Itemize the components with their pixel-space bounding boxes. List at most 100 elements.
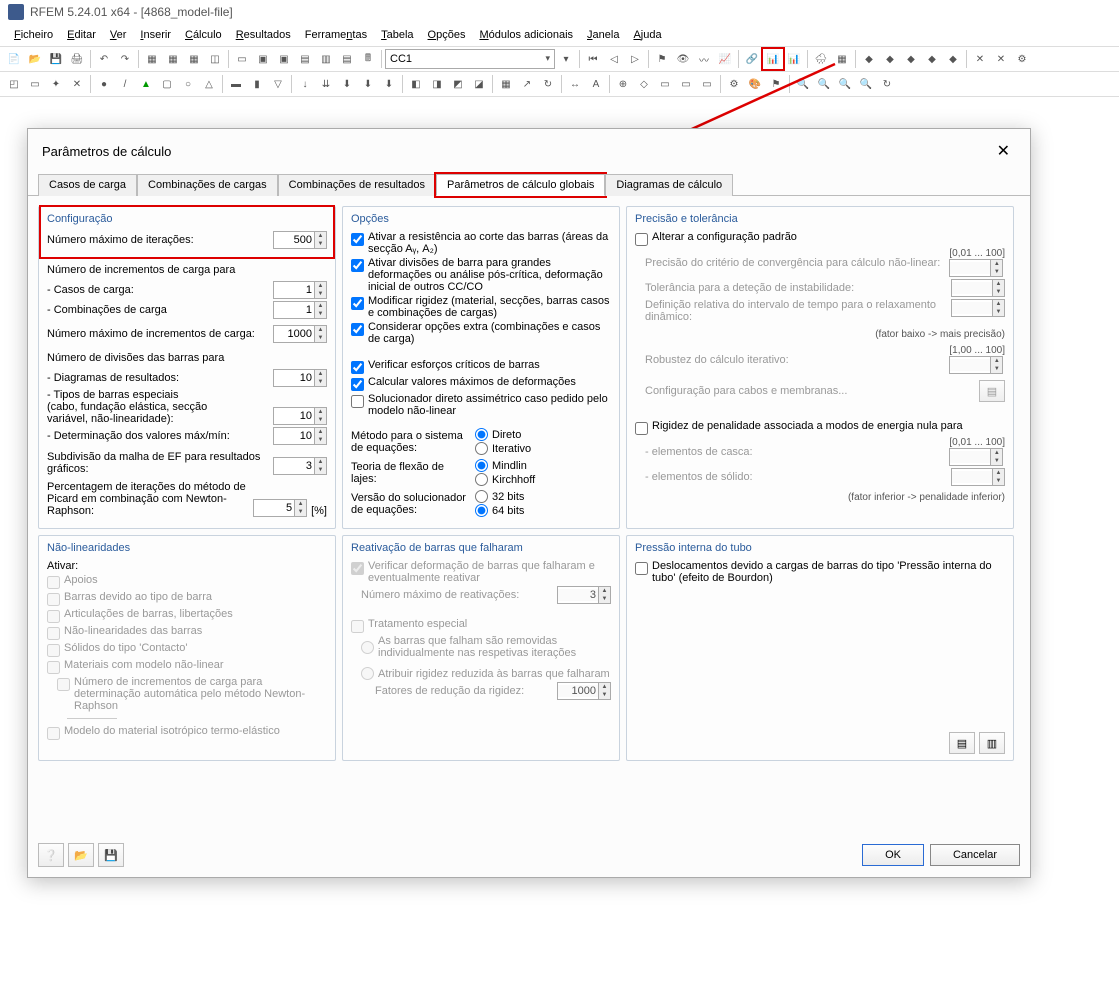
iter-spin[interactable]: ▲▼ <box>273 231 327 249</box>
tube-btn2[interactable]: ▥ <box>979 732 1005 754</box>
tool-x1-icon[interactable]: ✕ <box>970 49 990 69</box>
nl-barnon[interactable]: Não-linearidades das barras <box>47 625 327 640</box>
tab-result-combinations[interactable]: Combinações de resultados <box>278 174 436 196</box>
tab-load-combinations[interactable]: Combinações de cargas <box>137 174 278 196</box>
menu-ver[interactable]: Ver <box>104 26 133 44</box>
menu-ficheiro[interactable]: Ficheiro <box>8 26 59 44</box>
casos-spin[interactable]: ▲▼ <box>273 281 327 299</box>
menu-modulos[interactable]: Módulos adicionais <box>473 26 579 44</box>
tool2-dim-icon[interactable]: ↔ <box>565 74 585 94</box>
method-direct[interactable] <box>475 428 488 441</box>
tool-win-icon[interactable]: ▣ <box>274 49 294 69</box>
tool2-solid4-icon[interactable]: ◪ <box>469 74 489 94</box>
nl-mat[interactable]: Materiais com modelo não-linear <box>47 659 327 674</box>
tool-first-icon[interactable]: ⏮ <box>583 49 603 69</box>
menu-ferramentas[interactable]: Ferramentas <box>299 26 373 44</box>
tipos-spin[interactable]: ▲▼ <box>273 407 327 425</box>
tool2-xz-icon[interactable]: ▭ <box>676 74 696 94</box>
close-icon[interactable]: ✕ <box>991 139 1016 163</box>
tool-x2-icon[interactable]: ✕ <box>991 49 1011 69</box>
tab-calc-diagrams[interactable]: Diagramas de cálculo <box>605 174 733 196</box>
tool-rain-icon[interactable]: 🌧 <box>811 49 831 69</box>
solid-spin[interactable]: ▲▼ <box>951 468 1005 486</box>
tool-mod5-icon[interactable]: ◆ <box>943 49 963 69</box>
tool-print-icon[interactable]: 🖨 <box>67 49 87 69</box>
nl-incr[interactable]: Número de incrementos de carga para dete… <box>57 676 327 712</box>
tool2-text-icon[interactable]: A <box>586 74 606 94</box>
tool-eye-icon[interactable]: 👁 <box>673 49 693 69</box>
opt-asym[interactable]: Solucionador direto assimétrico caso ped… <box>351 393 611 417</box>
pic-spin[interactable]: ▲▼ <box>253 499 307 517</box>
tool2-set-icon[interactable]: ⚙ <box>724 74 744 94</box>
tool-grid4-icon[interactable]: ▦ <box>832 49 852 69</box>
tool-table-icon[interactable]: ▤ <box>295 49 315 69</box>
tool-graph-icon[interactable]: 📈 <box>715 49 735 69</box>
prec-conv-spin[interactable]: ▲▼ <box>949 259 1003 277</box>
tool2-load2-icon[interactable]: ⇊ <box>316 74 336 94</box>
iter-input[interactable] <box>274 234 314 246</box>
menu-ajuda[interactable]: Ajuda <box>627 26 667 44</box>
opt-stiffness[interactable]: Modificar rigidez (material, secções, ba… <box>351 295 611 319</box>
menu-calculo[interactable]: Cálculo <box>179 26 228 44</box>
tool2-paint-icon[interactable]: 🎨 <box>745 74 765 94</box>
tool2-crop-icon[interactable]: ◰ <box>4 74 24 94</box>
opt-divisions[interactable]: Ativar divisões de barra para grandes de… <box>351 257 611 293</box>
tool2-load1-icon[interactable]: ↓ <box>295 74 315 94</box>
tool-calc-icon[interactable]: 🖩 <box>358 49 378 69</box>
help-button[interactable]: ❔ <box>38 843 64 867</box>
prec-relax-spin[interactable]: ▲▼ <box>951 299 1005 317</box>
tool-next-icon[interactable]: ▷ <box>625 49 645 69</box>
tool2-line-icon[interactable]: / <box>115 74 135 94</box>
tool2-yz-icon[interactable]: ▭ <box>697 74 717 94</box>
open-button[interactable]: 📂 <box>68 843 94 867</box>
menu-opcoes[interactable]: Opções <box>422 26 472 44</box>
tool-cube-icon[interactable]: ▣ <box>253 49 273 69</box>
ok-button[interactable]: OK <box>862 844 924 866</box>
tool2-solid2-icon[interactable]: ◨ <box>427 74 447 94</box>
det-spin[interactable]: ▲▼ <box>273 427 327 445</box>
tool2-sel-icon[interactable]: ▭ <box>25 74 45 94</box>
tool-save-icon[interactable]: 💾 <box>46 49 66 69</box>
tool2-zoomout-icon[interactable]: 🔍 <box>835 74 855 94</box>
rig-penalty[interactable]: Rigidez de penalidade associada a modos … <box>635 420 1005 435</box>
tool2-mesh-icon[interactable]: ▦ <box>496 74 516 94</box>
tool-table2-icon[interactable]: ▥ <box>316 49 336 69</box>
malha-spin[interactable]: ▲▼ <box>273 457 327 475</box>
tool2-green-icon[interactable]: ▲ <box>136 74 156 94</box>
opt-maxdef[interactable]: Calcular valores máximos de deformações <box>351 376 611 391</box>
tool2-refresh-icon[interactable]: ↻ <box>877 74 897 94</box>
tool2-cone-icon[interactable]: △ <box>199 74 219 94</box>
tool2-flag-icon[interactable]: ⚑ <box>766 74 786 94</box>
tool2-solid1-icon[interactable]: ◧ <box>406 74 426 94</box>
maxincr-spin[interactable]: ▲▼ <box>273 325 327 343</box>
tab-global-params[interactable]: Parâmetros de cálculo globais <box>436 174 605 196</box>
react-remove[interactable] <box>361 641 374 654</box>
react-factor-spin[interactable]: ▲▼ <box>557 682 611 700</box>
tool2-load3-icon[interactable]: ⬇ <box>337 74 357 94</box>
react-special[interactable]: Tratamento especial <box>351 618 611 633</box>
tool2-zoomin-icon[interactable]: 🔍 <box>814 74 834 94</box>
tool-open-icon[interactable]: 📂 <box>25 49 45 69</box>
tool2-xy-icon[interactable]: ▭ <box>655 74 675 94</box>
tool-gear-icon[interactable]: ⚙ <box>1012 49 1032 69</box>
tool-mod4-icon[interactable]: ◆ <box>922 49 942 69</box>
tool2-beam-icon[interactable]: ▬ <box>226 74 246 94</box>
tool-bars-icon[interactable]: 📊 <box>784 49 804 69</box>
diag-spin[interactable]: ▲▼ <box>273 369 327 387</box>
react-reduced[interactable] <box>361 667 374 680</box>
comb-spin[interactable]: ▲▼ <box>273 301 327 319</box>
tool2-axis-icon[interactable]: ⊕ <box>613 74 633 94</box>
flex-kirchhoff[interactable] <box>475 473 488 486</box>
menu-tabela[interactable]: Tabela <box>375 26 419 44</box>
tool2-col-icon[interactable]: ▮ <box>247 74 267 94</box>
tool-dropdown-icon[interactable]: ▾ <box>556 49 576 69</box>
tool-mod1-icon[interactable]: ◆ <box>859 49 879 69</box>
shell-spin[interactable]: ▲▼ <box>949 448 1003 466</box>
tool-grid2-icon[interactable]: ▦ <box>163 49 183 69</box>
opt-extra[interactable]: Considerar opções extra (combinações e c… <box>351 321 611 345</box>
tool2-sup-icon[interactable]: ▽ <box>268 74 288 94</box>
menu-editar[interactable]: Editar <box>61 26 102 44</box>
tool2-force-icon[interactable]: ↗ <box>517 74 537 94</box>
tool-link-icon[interactable]: 🔗 <box>742 49 762 69</box>
nl-thermo[interactable]: Modelo do material isotrópico termo-elás… <box>47 725 327 740</box>
